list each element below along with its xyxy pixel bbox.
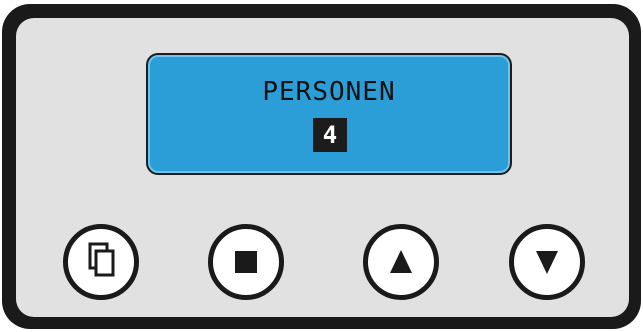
stop-button[interactable] [208,224,284,300]
display-title: PERSONEN [262,77,396,107]
lcd-display: PERSONEN 4 [146,53,512,175]
control-panel: PERSONEN 4 [16,18,629,317]
down-button[interactable] [509,224,585,300]
control-panel-frame: PERSONEN 4 [2,4,641,329]
arrow-down-icon [536,251,558,274]
arrow-up-icon [390,250,412,273]
copy-icon [88,242,115,277]
display-value: 4 [313,118,347,152]
copy-button[interactable] [63,224,139,300]
stop-icon [235,251,257,273]
up-button[interactable] [363,224,439,300]
